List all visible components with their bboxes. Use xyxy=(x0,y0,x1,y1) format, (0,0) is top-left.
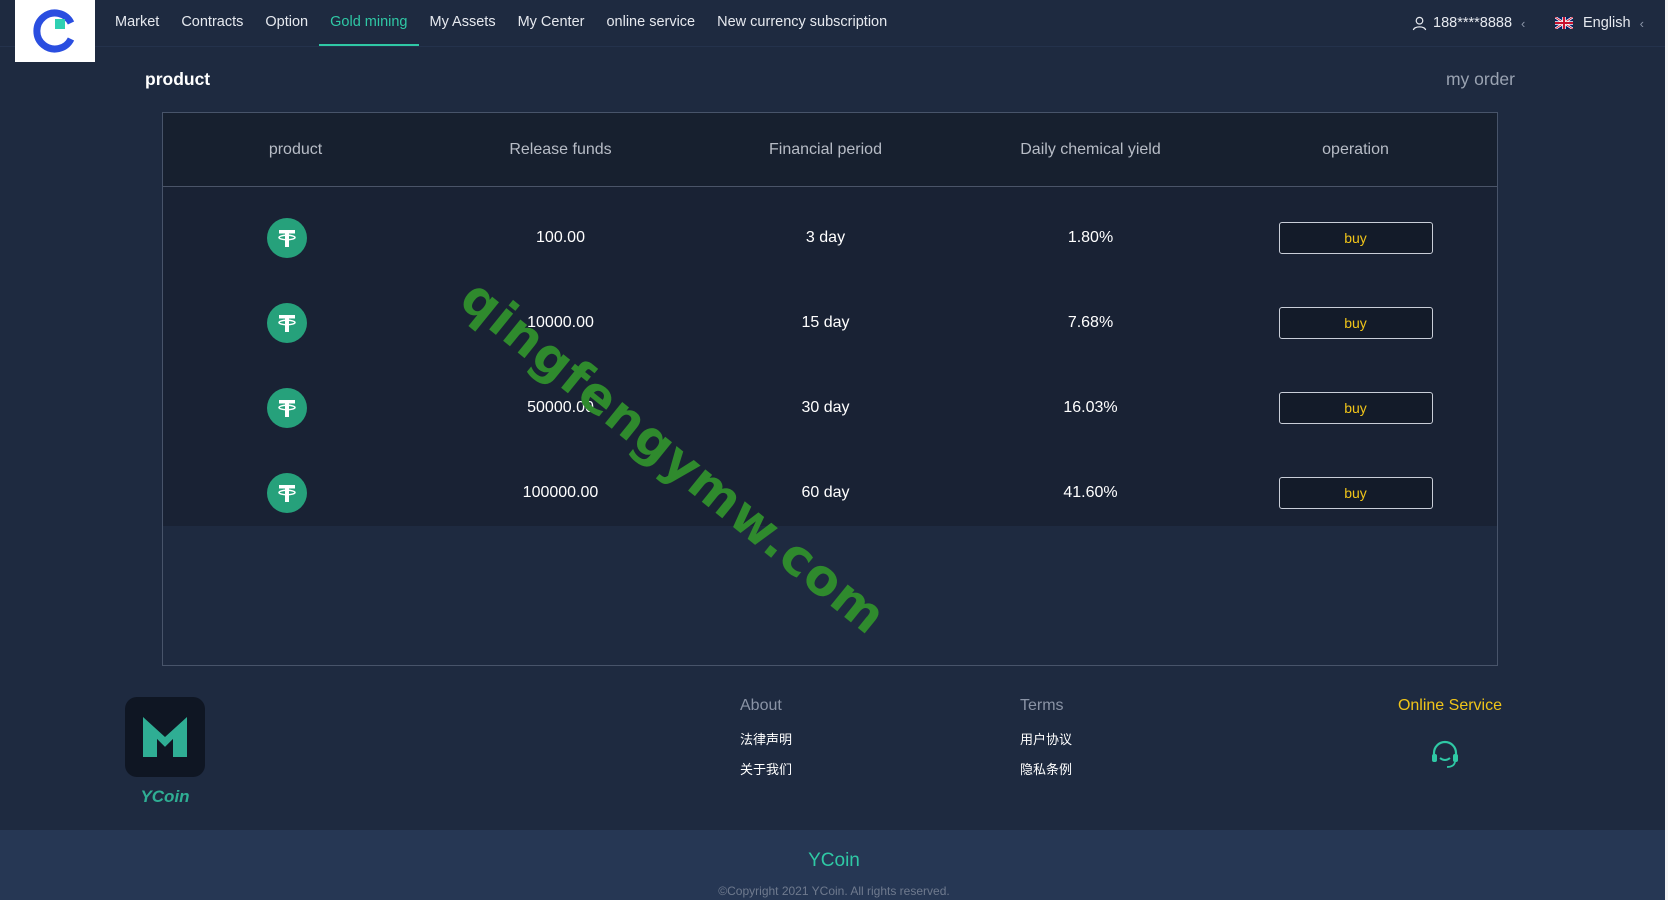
buy-button[interactable]: buy xyxy=(1278,221,1433,254)
daily-yield-cell: 41.60% xyxy=(1063,483,1118,501)
footer-link-legal[interactable]: 法律声明 xyxy=(740,729,792,748)
user-phone: 188****8888 xyxy=(1433,15,1513,31)
nav-market[interactable]: Market xyxy=(104,0,170,46)
tether-icon xyxy=(266,387,307,428)
release-funds-cell: 100000.00 xyxy=(522,483,599,501)
daily-yield-cell: 16.03% xyxy=(1063,398,1118,416)
footer-link-user-agreement[interactable]: 用户协议 xyxy=(1020,729,1072,748)
site-logo[interactable] xyxy=(15,0,95,62)
footer-about: About 法律声明 关于我们 xyxy=(740,697,792,789)
tether-icon xyxy=(266,472,307,513)
footer-link-privacy[interactable]: 隐私条例 xyxy=(1020,759,1072,778)
language-label: English xyxy=(1583,15,1631,31)
column-header: Daily chemical yield xyxy=(1020,140,1161,158)
brand-name: YCoin xyxy=(140,787,190,806)
operation-cell: buy xyxy=(1223,306,1488,339)
user-icon xyxy=(1412,16,1427,30)
chevron-left-icon: ‹ xyxy=(1521,15,1526,31)
product-cell xyxy=(163,472,428,513)
table-body: 100.00 3 day 1.80% buy 10000.00 15 day 7… xyxy=(163,187,1497,526)
product-cell xyxy=(163,217,428,258)
operation-cell: buy xyxy=(1223,476,1488,509)
column-header: Release funds xyxy=(509,140,612,158)
footer-online-service: Online Service xyxy=(1340,697,1502,768)
release-funds-cell: 100.00 xyxy=(536,228,585,246)
headset-icon[interactable] xyxy=(1428,737,1462,776)
financial-period-cell: 60 day xyxy=(801,483,850,501)
daily-yield-cell: 1.80% xyxy=(1067,228,1114,246)
chevron-left-icon: ‹ xyxy=(1639,15,1644,31)
online-service-title: Online Service xyxy=(1397,697,1502,714)
operation-cell: buy xyxy=(1223,391,1488,424)
product-cell xyxy=(163,387,428,428)
my-order-link[interactable]: my order xyxy=(1446,69,1515,90)
nav-my-assets[interactable]: My Assets xyxy=(419,0,507,46)
operation-cell: buy xyxy=(1223,221,1488,254)
footer-terms-title: Terms xyxy=(1020,697,1064,714)
tether-icon xyxy=(266,302,307,343)
table-row: 10000.00 15 day 7.68% buy xyxy=(163,280,1497,365)
column-header: operation xyxy=(1322,140,1389,158)
nav-my-center[interactable]: My Center xyxy=(507,0,596,46)
product-table: product Release funds Financial period D… xyxy=(162,112,1498,666)
column-header: product xyxy=(268,140,323,158)
footer-link-about-us[interactable]: 关于我们 xyxy=(740,759,792,778)
uk-flag-icon xyxy=(1555,17,1573,29)
financial-period-cell: 30 day xyxy=(801,398,850,416)
table-row: 100000.00 60 day 41.60% buy xyxy=(163,450,1497,535)
table-row: 50000.00 30 day 16.03% buy xyxy=(163,365,1497,450)
tether-icon xyxy=(266,217,307,258)
financial-period-cell: 3 day xyxy=(805,228,846,246)
daily-yield-cell: 7.68% xyxy=(1067,313,1114,331)
buy-button[interactable]: buy xyxy=(1278,391,1433,424)
table-row: 100.00 3 day 1.80% buy xyxy=(163,195,1497,280)
financial-period-cell: 15 day xyxy=(801,313,850,331)
ycoin-logo-icon xyxy=(143,717,187,757)
footer-bar: YCoin ©Copyright 2021 YCoin. All rights … xyxy=(0,830,1668,900)
buy-button[interactable]: buy xyxy=(1278,476,1433,509)
nav-contracts[interactable]: Contracts xyxy=(170,0,254,46)
nav-gold-mining[interactable]: Gold mining xyxy=(319,0,419,46)
footer-terms: Terms 用户协议 隐私条例 xyxy=(1020,697,1072,789)
product-cell xyxy=(163,302,428,343)
main-nav: Market Contracts Option Gold mining My A… xyxy=(104,0,898,46)
release-funds-cell: 50000.00 xyxy=(527,398,594,416)
top-navbar: Market Contracts Option Gold mining My A… xyxy=(0,0,1668,62)
nav-online-service[interactable]: online service xyxy=(595,0,706,46)
logo-icon xyxy=(33,9,75,53)
table-header: product Release funds Financial period D… xyxy=(163,113,1497,187)
ycoin-logo xyxy=(125,697,205,777)
footer-site-name: YCoin xyxy=(808,850,860,871)
copyright: ©Copyright 2021 YCoin. All rights reserv… xyxy=(718,884,950,898)
column-header: Financial period xyxy=(769,140,882,158)
page-title: product xyxy=(145,69,211,89)
nav-option[interactable]: Option xyxy=(254,0,319,46)
user-menu[interactable]: 188****8888 ‹ xyxy=(1412,0,1525,46)
language-selector[interactable]: English ‹ xyxy=(1555,0,1644,46)
release-funds-cell: 10000.00 xyxy=(527,313,594,331)
nav-new-currency-subscription[interactable]: New currency subscription xyxy=(706,0,898,46)
footer-about-title: About xyxy=(740,697,782,714)
buy-button[interactable]: buy xyxy=(1278,306,1433,339)
